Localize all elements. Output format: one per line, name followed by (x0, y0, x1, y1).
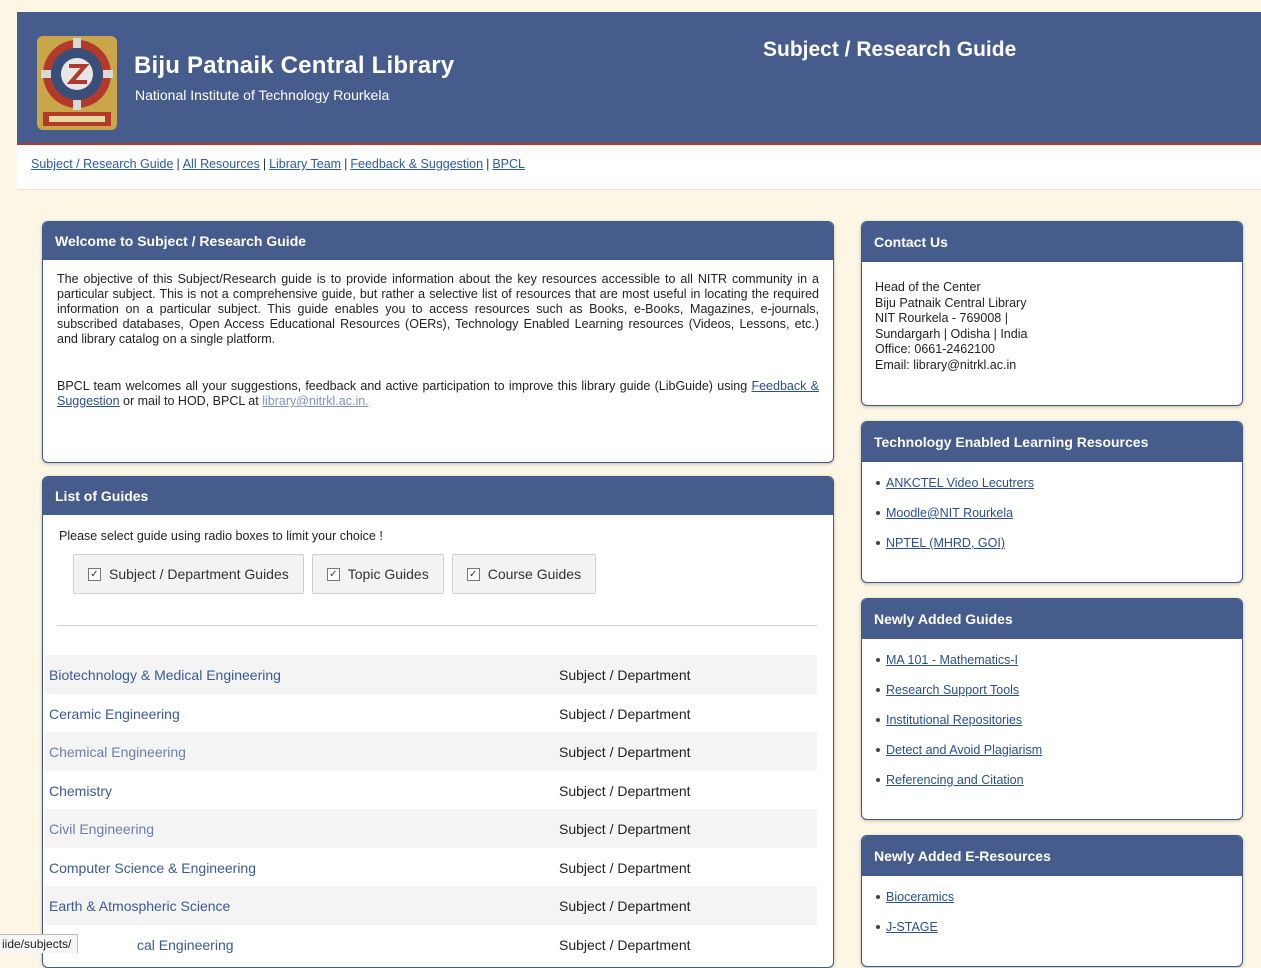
guide-link[interactable]: cal Engineering (137, 925, 234, 965)
new-guides-heading: Newly Added Guides (862, 599, 1242, 639)
contact-line: Sundargarh | Odisha | India (875, 326, 1028, 341)
library-email-link[interactable]: library@nitrkl.ac.in. (262, 394, 368, 408)
list-item: Referencing and Citation (876, 765, 1242, 795)
list-item: Bioceramics (876, 882, 1242, 912)
table-row[interactable]: Chemistry Subject / Department (45, 771, 817, 810)
welcome-heading: Welcome to Subject / Research Guide (43, 222, 833, 260)
institute-subtitle: National Institute of Technology Rourkel… (135, 87, 390, 103)
table-row[interactable]: Computer Science & Engineering Subject /… (45, 848, 817, 887)
filter-label: Course Guides (487, 565, 582, 582)
guide-type: Subject / Department (559, 859, 691, 876)
list-item: ANKCTEL Video Lecutrers (876, 468, 1242, 498)
list-item: Research Support Tools (876, 675, 1242, 705)
table-row[interactable]: Chemical Engineering Subject / Departmen… (45, 732, 817, 771)
contact-line: NIT Rourkela - 769008 | (875, 311, 1008, 325)
list-item: Moodle@NIT Rourkela (876, 498, 1242, 528)
nav-separator: | (344, 157, 348, 171)
contact-email: Email: library@nitrkl.ac.in (875, 357, 1017, 372)
guide-list: Biotechnology & Medical Engineering Subj… (45, 655, 817, 963)
contact-line: Office: 0661-2462100 (875, 342, 996, 356)
contact-line: Head of the Center (875, 280, 981, 294)
feedback-paragraph: BPCL team welcomes all your suggestions,… (57, 379, 819, 409)
nav-separator: | (176, 157, 180, 171)
list-item: Institutional Repositories (876, 705, 1242, 735)
guides-panel: List of Guides Please select guide using… (42, 476, 834, 968)
table-row[interactable]: cal Engineering Subject / Department (45, 925, 817, 964)
welcome-paragraph: The objective of this Subject/Research g… (57, 272, 819, 346)
guide-type: Subject / Department (559, 782, 691, 799)
list-item: NPTEL (MHRD, GOI) (876, 528, 1242, 558)
new-guide-link[interactable]: MA 101 - Mathematics-I (886, 653, 1018, 667)
checkbox-icon[interactable]: ✓ (88, 567, 101, 581)
filter-label: Topic Guides (347, 565, 429, 582)
guide-type: Subject / Department (559, 936, 691, 953)
table-row[interactable]: Biotechnology & Medical Engineering Subj… (45, 655, 817, 694)
tel-link[interactable]: ANKCTEL Video Lecutrers (886, 476, 1034, 490)
guide-link[interactable]: Civil Engineering (49, 809, 154, 849)
site-header: Biju Patnaik Central Library National In… (17, 12, 1261, 145)
guide-type: Subject / Department (559, 667, 691, 683)
tel-link[interactable]: Moodle@NIT Rourkela (886, 506, 1013, 520)
guide-link[interactable]: Earth & Atmospheric Science (49, 886, 230, 926)
contact-line: Biju Patnaik Central Library (875, 295, 1027, 310)
institute-logo[interactable] (35, 34, 119, 132)
nav-separator: | (486, 157, 490, 171)
guide-type: Subject / Department (559, 821, 691, 837)
checkbox-icon[interactable]: ✓ (466, 567, 480, 581)
contact-heading: Contact Us (862, 222, 1242, 262)
new-guides-panel: Newly Added Guides MA 101 - Mathematics-… (861, 598, 1243, 820)
filter-subject-department[interactable]: ✓ Subject / Department Guides (73, 554, 304, 594)
guide-link[interactable]: Chemistry (49, 771, 112, 811)
filter-label: Subject / Department Guides (109, 565, 289, 582)
guide-link[interactable]: Ceramic Engineering (49, 694, 180, 734)
tel-resources-panel: Technology Enabled Learning Resources AN… (861, 421, 1243, 583)
eresource-link[interactable]: J-STAGE (886, 920, 938, 934)
new-eresources-panel: Newly Added E-Resources Bioceramics J-ST… (861, 835, 1243, 967)
guide-link[interactable]: Biotechnology & Medical Engineering (49, 655, 281, 695)
guide-type: Subject / Department (559, 744, 691, 760)
filter-course[interactable]: ✓ Course Guides (451, 554, 597, 594)
new-guide-link[interactable]: Institutional Repositories (886, 713, 1022, 727)
table-row[interactable]: Civil Engineering Subject / Department (45, 809, 817, 848)
nav-separator: | (262, 157, 267, 171)
guide-link[interactable]: Chemical Engineering (49, 732, 186, 772)
contact-panel: Contact Us Head of the Center Biju Patna… (861, 221, 1243, 406)
guide-type: Subject / Department (559, 898, 691, 914)
checkbox-icon[interactable]: ✓ (326, 567, 340, 581)
guide-type: Subject / Department (559, 705, 691, 722)
guides-heading: List of Guides (43, 477, 833, 515)
eresource-link[interactable]: Bioceramics (886, 890, 954, 904)
guide-link[interactable]: Computer Science & Engineering (49, 848, 256, 888)
filter-topic[interactable]: ✓ Topic Guides (311, 554, 444, 594)
new-guide-link[interactable]: Referencing and Citation (886, 773, 1024, 787)
nav-link-subject-guide[interactable]: Subject / Research Guide (31, 157, 173, 171)
list-item: Detect and Avoid Plagiarism (876, 735, 1242, 765)
tel-link[interactable]: NPTEL (MHRD, GOI) (886, 536, 1005, 550)
tel-heading: Technology Enabled Learning Resources (862, 422, 1242, 462)
nav-link-bpcl[interactable]: BPCL (492, 157, 525, 171)
feedback-text: BPCL team welcomes all your suggestions,… (57, 379, 748, 393)
mail-text: or mail to HOD, BPCL at (123, 394, 259, 408)
welcome-panel: Welcome to Subject / Research Guide The … (42, 221, 834, 463)
nav-link-all-resources[interactable]: All Resources (183, 157, 260, 171)
page-title: Subject / Research Guide (763, 38, 1017, 61)
table-row[interactable]: Ceramic Engineering Subject / Department (45, 694, 817, 733)
library-title[interactable]: Biju Patnaik Central Library (134, 52, 454, 80)
top-navigation: Subject / Research Guide | All Resources | L… (17, 145, 1261, 190)
new-guide-link[interactable]: Detect and Avoid Plagiarism (886, 743, 1042, 757)
new-eresources-heading: Newly Added E-Resources (862, 836, 1242, 876)
table-row[interactable]: Earth & Atmospheric Science Subject / De… (45, 886, 817, 925)
list-item: J-STAGE (876, 912, 1242, 942)
list-item: MA 101 - Mathematics-I (876, 645, 1242, 675)
nav-link-library-team[interactable]: Library Team (269, 157, 341, 171)
guides-intro: Please select guide using radio boxes to… (59, 529, 383, 543)
guide-filters: ✓ Subject / Department Guides ✓ Topic Gu… (73, 554, 819, 594)
nav-link-feedback[interactable]: Feedback & Suggestion (350, 157, 483, 171)
new-guide-link[interactable]: Research Support Tools (886, 683, 1019, 697)
status-bar-url: iide/subjects/ (0, 934, 79, 953)
divider (57, 625, 817, 626)
